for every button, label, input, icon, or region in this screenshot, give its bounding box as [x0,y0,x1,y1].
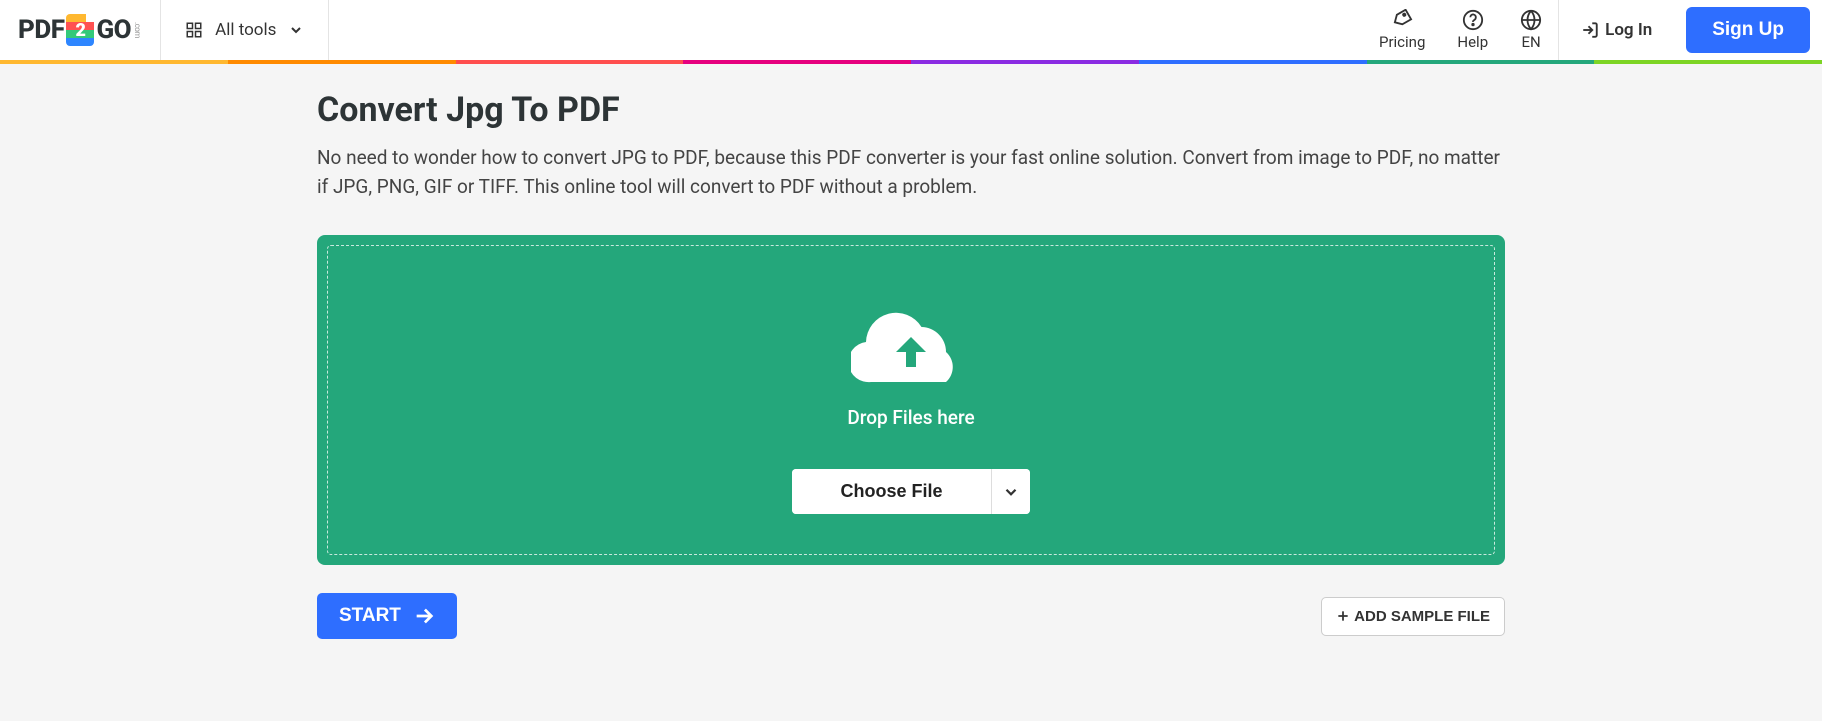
main-content: Convert Jpg To PDF No need to wonder how… [311,64,1511,665]
tag-icon [1391,9,1413,31]
chevron-down-icon [1002,483,1020,501]
pricing-link[interactable]: Pricing [1363,0,1441,60]
chevron-down-icon [288,22,304,38]
plus-icon [1336,609,1350,623]
logo-link[interactable]: PDF 2 GO .com [0,0,161,60]
page-title: Convert Jpg To PDF [317,90,1505,130]
help-link[interactable]: Help [1441,0,1504,60]
header: PDF 2 GO .com All tools Pricing Help EN … [0,0,1822,60]
accent-bar [0,60,1822,64]
logo: PDF 2 GO .com [18,14,142,46]
signup-button[interactable]: Sign Up [1686,7,1810,53]
login-button[interactable]: Log In [1559,0,1674,60]
sample-label: ADD SAMPLE FILE [1354,608,1490,625]
choose-file-button[interactable]: Choose File [792,469,990,514]
start-button[interactable]: START [317,593,457,639]
help-label: Help [1457,33,1488,51]
logo-text-right: GO [96,15,131,45]
grid-icon [185,21,203,39]
choose-file-dropdown[interactable] [991,469,1030,514]
help-icon [1462,9,1484,31]
login-icon [1581,21,1599,39]
login-label: Log In [1605,20,1652,40]
cloud-upload-icon [851,302,971,392]
logo-text-left: PDF [18,15,64,45]
all-tools-label: All tools [215,20,276,40]
pricing-label: Pricing [1379,33,1425,51]
drop-text: Drop Files here [847,406,974,429]
dropzone[interactable]: Drop Files here Choose File [327,245,1495,555]
header-spacer [329,0,1363,60]
all-tools-button[interactable]: All tools [161,0,329,60]
dropzone-container: Drop Files here Choose File [317,235,1505,565]
add-sample-file-button[interactable]: ADD SAMPLE FILE [1321,597,1505,636]
globe-icon [1520,9,1542,31]
choose-file-group: Choose File [792,469,1029,514]
action-row: START ADD SAMPLE FILE [317,593,1505,639]
start-label: START [339,605,401,627]
signup-wrap: Sign Up [1674,0,1822,60]
logo-com: .com [133,22,142,38]
language-label: EN [1522,33,1541,51]
language-button[interactable]: EN [1504,0,1559,60]
logo-icon: 2 [66,14,94,46]
page-subtitle: No need to wonder how to convert JPG to … [317,144,1505,201]
arrow-right-icon [413,605,435,627]
